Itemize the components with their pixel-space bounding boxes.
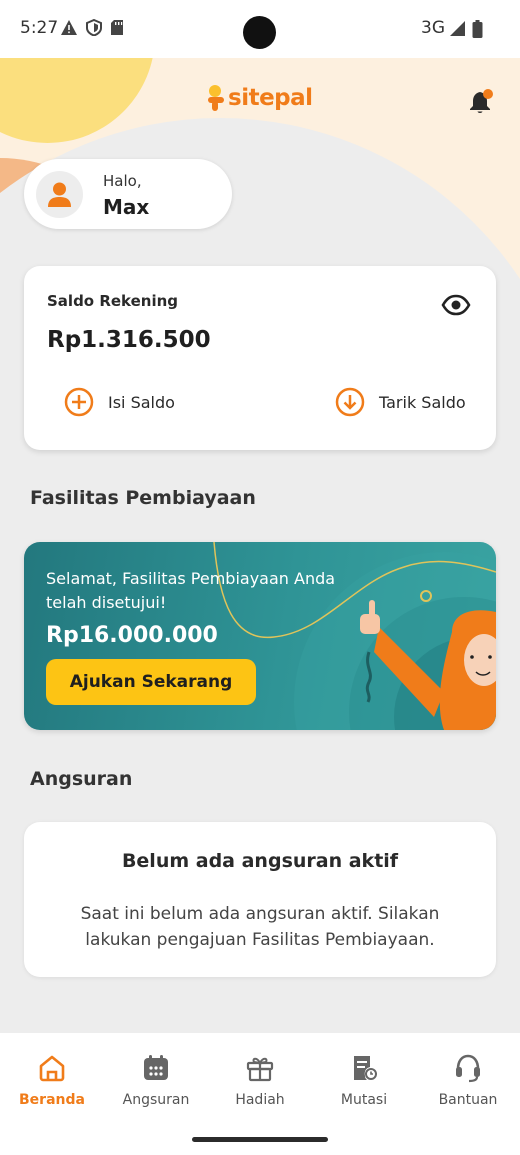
greeting-card[interactable]: Halo, Max bbox=[24, 159, 232, 229]
nav-label: Hadiah bbox=[235, 1092, 285, 1108]
apply-now-button[interactable]: Ajukan Sekarang bbox=[46, 659, 256, 705]
nav-item-hadiah[interactable]: Hadiah bbox=[208, 1053, 312, 1108]
withdraw-button[interactable]: Tarik Saldo bbox=[335, 387, 466, 417]
nav-item-beranda[interactable]: Beranda bbox=[0, 1053, 104, 1108]
balance-amount: Rp1.316.500 bbox=[47, 327, 211, 353]
app-logo: sitepal bbox=[207, 84, 313, 112]
nav-item-mutasi[interactable]: Mutasi bbox=[312, 1053, 416, 1108]
promo-amount: Rp16.000.000 bbox=[46, 623, 218, 648]
nav-item-angsuran[interactable]: Angsuran bbox=[104, 1053, 208, 1108]
nav-label: Beranda bbox=[19, 1092, 85, 1108]
signal-icon bbox=[450, 21, 465, 36]
network-type: 3G bbox=[421, 18, 445, 38]
calendar-icon bbox=[144, 1055, 168, 1080]
bell-icon bbox=[470, 89, 493, 113]
user-name: Max bbox=[103, 195, 150, 219]
sd-card-icon bbox=[111, 20, 123, 35]
nav-label: Mutasi bbox=[340, 1092, 388, 1108]
top-up-label: Isi Saldo bbox=[108, 392, 175, 412]
user-icon bbox=[48, 182, 71, 207]
arrow-down-circle-icon bbox=[335, 387, 365, 417]
home-indicator[interactable] bbox=[192, 1137, 328, 1142]
top-up-button[interactable]: Isi Saldo bbox=[64, 387, 175, 417]
greeting-text: Halo, bbox=[103, 172, 142, 190]
status-bar: 5:27 3G bbox=[0, 0, 520, 58]
financing-promo-banner[interactable]: Selamat, Fasilitas Pembiayaan Anda telah… bbox=[24, 542, 496, 730]
installments-section-title: Angsuran bbox=[30, 768, 133, 790]
avatar bbox=[36, 171, 83, 218]
eye-icon bbox=[441, 294, 471, 316]
withdraw-label: Tarik Saldo bbox=[379, 392, 466, 412]
toggle-balance-visibility-button[interactable] bbox=[441, 293, 471, 321]
promo-message: Selamat, Fasilitas Pembiayaan Anda telah… bbox=[46, 569, 336, 612]
status-time: 5:27 bbox=[20, 18, 59, 38]
shield-icon bbox=[86, 19, 102, 36]
balance-label: Saldo Rekening bbox=[47, 292, 179, 310]
logo-mark-icon bbox=[208, 85, 224, 111]
camera-cutout bbox=[243, 16, 276, 49]
nav-label: Angsuran bbox=[122, 1092, 190, 1108]
nav-item-bantuan[interactable]: Bantuan bbox=[416, 1053, 520, 1108]
battery-icon bbox=[472, 20, 483, 38]
plus-circle-icon bbox=[64, 387, 94, 417]
home-icon bbox=[39, 1055, 65, 1082]
notification-button[interactable] bbox=[468, 88, 496, 120]
bottom-navigation: Beranda Angsuran Hadiah Mutasi Bantuan bbox=[0, 1033, 520, 1155]
balance-card: Saldo Rekening Rp1.316.500 Isi Saldo Tar… bbox=[24, 266, 496, 450]
empty-state-title: Belum ada angsuran aktif bbox=[121, 850, 399, 872]
document-icon bbox=[354, 1056, 377, 1080]
warning-icon bbox=[61, 20, 77, 35]
installments-empty-card: Belum ada angsuran aktif Saat ini belum … bbox=[24, 822, 496, 977]
headset-icon bbox=[456, 1054, 480, 1083]
logo-text: sitepal bbox=[228, 85, 313, 111]
empty-state-description: Saat ini belum ada angsuran aktif. Silak… bbox=[80, 904, 440, 950]
financing-section-title: Fasilitas Pembiayaan bbox=[30, 487, 256, 509]
gift-icon bbox=[246, 1057, 274, 1082]
nav-label: Bantuan bbox=[438, 1092, 498, 1108]
